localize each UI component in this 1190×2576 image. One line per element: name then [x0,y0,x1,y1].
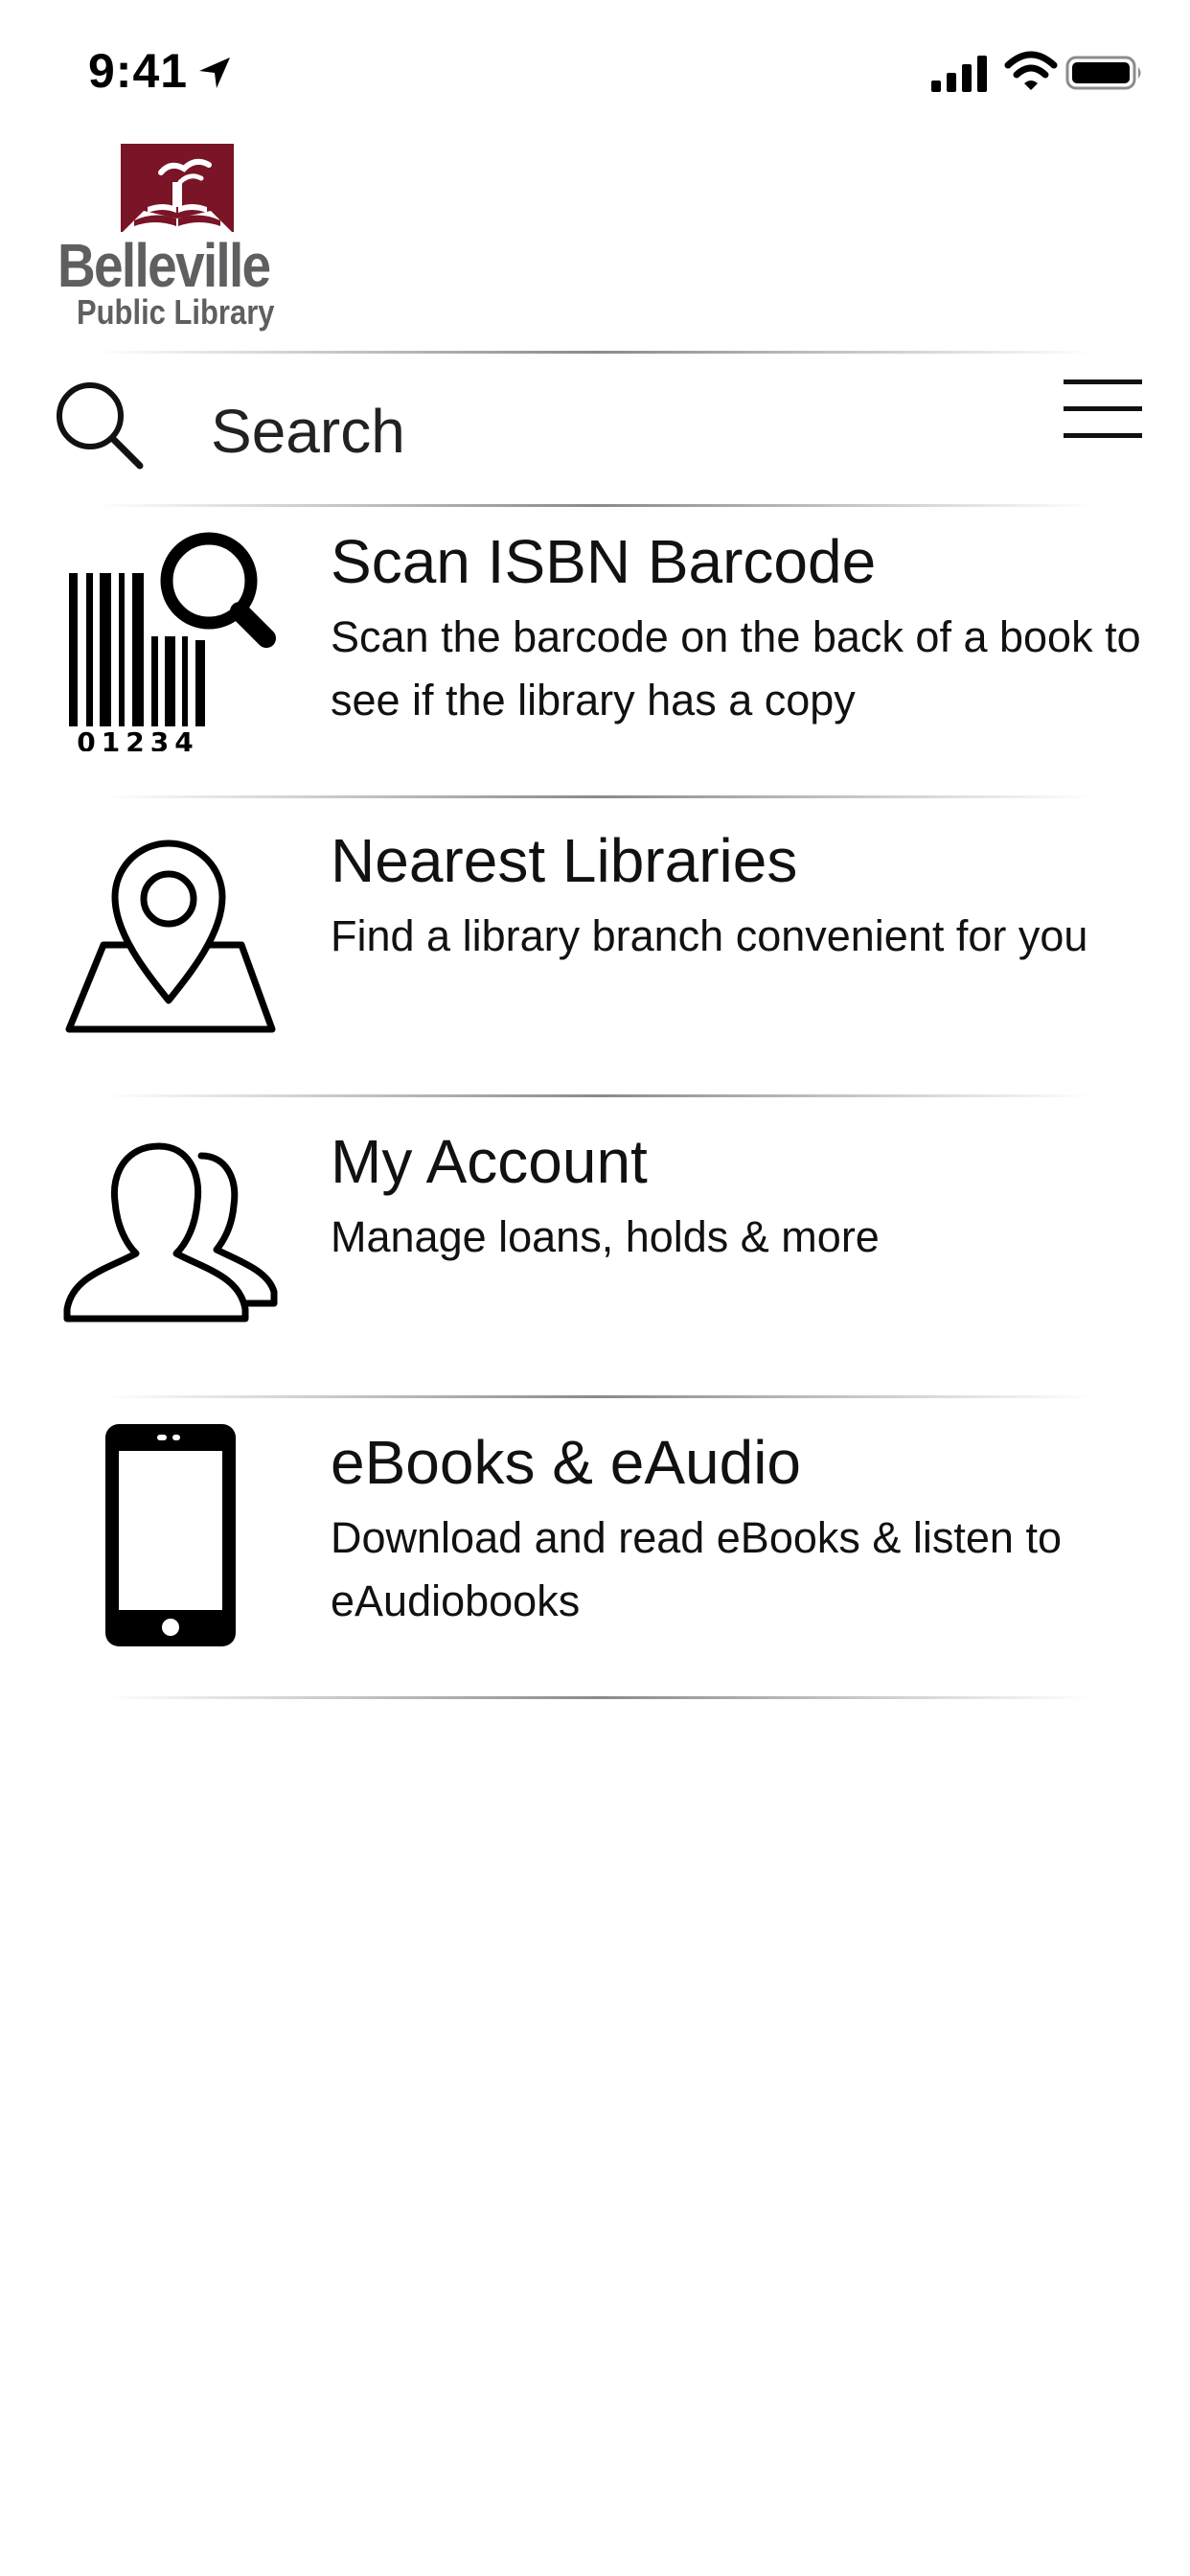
users-icon [63,1142,278,1322]
menu-item-title: My Account [331,1127,648,1196]
divider [105,795,1092,798]
cellular-signal-icon [931,56,987,92]
library-logo: Belleville Public Library [57,140,307,341]
divider [96,351,1094,354]
search-icon[interactable] [52,378,148,473]
status-time: 9:41 [88,44,189,98]
menu-item-title: Nearest Libraries [331,826,798,895]
search-input[interactable] [211,383,977,479]
menu-item-description: Download and read eBooks & listen to eAu… [331,1513,1062,1625]
search-bar [0,355,1190,506]
status-bar: 9:41 [0,0,1190,134]
smartphone-icon [105,1424,236,1646]
menu-item-ebooks-eaudio[interactable]: eBooks & eAudio Download and read eBooks… [0,1407,1190,1704]
divider [105,1094,1092,1097]
menu-item-my-account[interactable]: My Account Manage loans, holds & more [0,1106,1190,1403]
location-arrow-icon [199,58,230,88]
app-screen: 9:41 Belleville Public Library Search 01… [0,0,1190,2576]
wifi-icon [1004,51,1058,90]
menu-item-description: Scan the barcode on the back of a book t… [331,612,1141,724]
menu-item-description: Find a library branch convenient for you [331,911,1088,960]
menu-item-scan-isbn[interactable]: 01234 Scan ISBN Barcode Scan the barcode… [0,506,1190,803]
hamburger-menu-icon[interactable] [1064,376,1142,443]
logo-subtitle: Public Library [77,292,275,332]
menu-item-nearest-libraries[interactable]: Nearest Libraries Find a library branch … [0,805,1190,1102]
divider [105,1696,1092,1699]
battery-icon [1065,56,1141,90]
logo-name: Belleville [57,231,271,300]
barcode-digits: 01234 [77,726,198,751]
menu-item-title: Scan ISBN Barcode [331,527,877,596]
barcode-scan-icon: 01234 [69,532,276,751]
map-pin-icon [65,840,276,1033]
divider [105,1395,1092,1398]
open-book-logo-icon [121,144,234,232]
menu-item-title: eBooks & eAudio [331,1428,801,1497]
menu-item-description: Manage loans, holds & more [331,1212,880,1261]
